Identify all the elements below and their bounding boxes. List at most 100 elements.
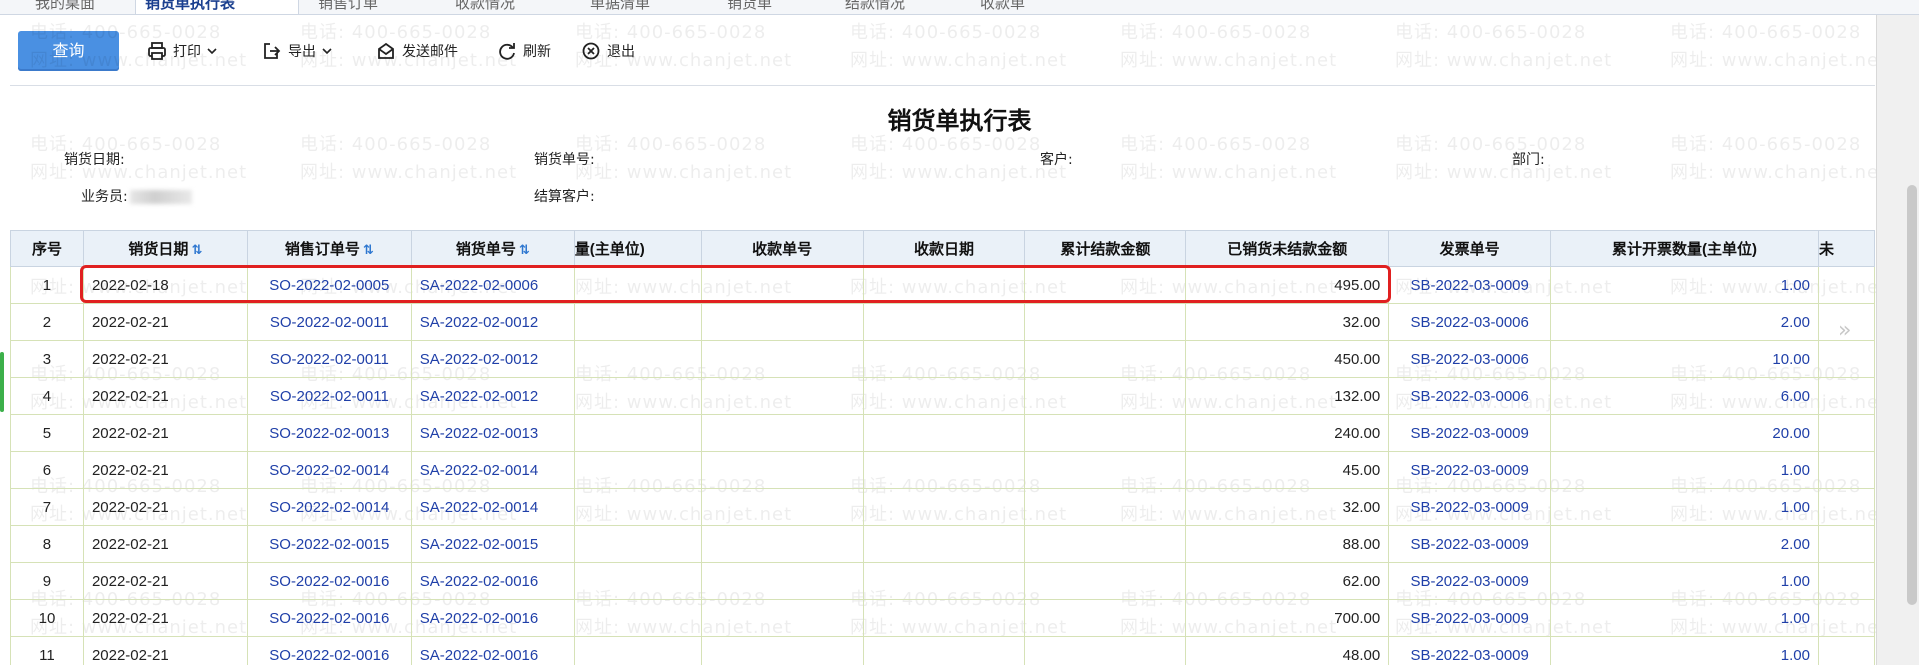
cell-sa-link[interactable]: SA-2022-02-0012	[410, 303, 575, 341]
cell-invoice-link[interactable]: SB-2022-03-0006	[1388, 303, 1552, 341]
cell-invoice-link[interactable]: SB-2022-03-0009	[1388, 414, 1552, 452]
cell-so-link[interactable]: SO-2022-02-0011	[246, 303, 412, 341]
table-row[interactable]: 9 2022-02-21 SO-2022-02-0016 SA-2022-02-001…	[10, 562, 1875, 600]
send-mail-button[interactable]: 发送邮件	[376, 39, 458, 63]
tab-sales-doc[interactable]: 销货单	[727, 0, 772, 13]
watermark-site: 网址: www.chanjet.net	[575, 162, 793, 183]
col-header-invoiced-qty[interactable]: 累计开票数量(主单位)	[1550, 230, 1819, 267]
col-header-unsettled-amount[interactable]: 已销货未结款金额	[1185, 230, 1390, 267]
col-header-receipt-date[interactable]: 收款日期	[862, 230, 1026, 267]
table-row[interactable]: 5 2022-02-21 SO-2022-02-0013 SA-2022-02-001…	[10, 414, 1875, 452]
cell-more	[1817, 562, 1875, 600]
col-header-no[interactable]: 序号	[10, 230, 84, 267]
cell-so-link[interactable]: SO-2022-02-0011	[246, 377, 412, 415]
scrollbar-thumb[interactable]	[1907, 185, 1917, 605]
cell-unsettled-amount: 32.00	[1185, 303, 1390, 341]
table-row[interactable]: 4 2022-02-21 SO-2022-02-0011 SA-2022-02-001…	[10, 377, 1875, 415]
col-header-so-no[interactable]: 销售订单号 ⇅	[246, 230, 412, 267]
table-row[interactable]: 2 2022-02-21 SO-2022-02-0011 SA-2022-02-001…	[10, 303, 1875, 341]
cell-settled-amount	[1024, 599, 1187, 637]
cell-sale-date: 2022-02-21	[82, 599, 248, 637]
cell-so-link[interactable]: SO-2022-02-0011	[246, 340, 412, 378]
cell-invoiced-qty: 1.00	[1550, 451, 1819, 489]
report-title: 销货单执行表	[887, 107, 1032, 135]
table-row[interactable]: 11 2022-02-21 SO-2022-02-0016 SA-2022-02-00…	[10, 636, 1875, 665]
table-row[interactable]: 8 2022-02-21 SO-2022-02-0015 SA-2022-02-001…	[10, 525, 1875, 563]
chevron-right-icon[interactable]: »	[1838, 318, 1851, 343]
cell-invoice-link[interactable]: SB-2022-03-0009	[1388, 451, 1552, 489]
cell-invoice-link[interactable]: SB-2022-03-0009	[1388, 599, 1552, 637]
cell-invoice-link[interactable]: SB-2022-03-0006	[1388, 377, 1552, 415]
tab-desktop[interactable]: 我的桌面	[35, 0, 95, 13]
col-header-sa-no[interactable]: 销货单号 ⇅	[410, 230, 575, 267]
cell-qty-main	[573, 636, 702, 665]
cell-sa-link[interactable]: SA-2022-02-0012	[410, 377, 575, 415]
cell-sa-link[interactable]: SA-2022-02-0013	[410, 414, 575, 452]
col-header-qty-main[interactable]: 量(主单位)	[573, 230, 702, 267]
cell-sa-link[interactable]: SA-2022-02-0015	[410, 525, 575, 563]
col-header-receipt-no[interactable]: 收款单号	[700, 230, 864, 267]
tab-receipt-status[interactable]: 收款情况	[455, 0, 515, 13]
cell-more	[1817, 636, 1875, 665]
cell-so-link[interactable]: SO-2022-02-0016	[246, 599, 412, 637]
cell-sa-link[interactable]: SA-2022-02-0012	[410, 340, 575, 378]
exit-button[interactable]: 退出	[581, 39, 635, 63]
sort-icon[interactable]: ⇅	[191, 242, 202, 257]
cell-no: 6	[10, 451, 84, 489]
watermark-site: 网址: www.chanjet.net	[300, 162, 518, 183]
cell-so-link[interactable]: SO-2022-02-0016	[246, 636, 412, 665]
table-row[interactable]: 3 2022-02-21 SO-2022-02-0011 SA-2022-02-001…	[10, 340, 1875, 378]
cell-so-link[interactable]: SO-2022-02-0014	[246, 488, 412, 526]
tab-receipt[interactable]: 收款单	[980, 0, 1025, 13]
cell-sa-link[interactable]: SA-2022-02-0014	[410, 451, 575, 489]
cell-invoiced-qty: 2.00	[1550, 303, 1819, 341]
cell-sa-link[interactable]: SA-2022-02-0016	[410, 599, 575, 637]
cell-settled-amount	[1024, 303, 1187, 341]
cell-invoice-link[interactable]: SB-2022-03-0009	[1388, 636, 1552, 665]
cell-so-link[interactable]: SO-2022-02-0014	[246, 451, 412, 489]
cell-invoice-link[interactable]: SB-2022-03-0006	[1388, 340, 1552, 378]
col-header-invoice-no[interactable]: 发票单号	[1388, 230, 1552, 267]
tab-sales-order[interactable]: 销售订单	[318, 0, 378, 13]
cell-invoice-link[interactable]: SB-2022-03-0009	[1388, 266, 1552, 304]
cell-so-link[interactable]: SO-2022-02-0016	[246, 562, 412, 600]
cell-invoiced-qty: 2.00	[1550, 525, 1819, 563]
col-header-sale-date[interactable]: 销货日期 ⇅	[82, 230, 248, 267]
cell-invoice-link[interactable]: SB-2022-03-0009	[1388, 562, 1552, 600]
table-row[interactable]: 7 2022-02-21 SO-2022-02-0014 SA-2022-02-001…	[10, 488, 1875, 526]
cell-qty-main	[573, 562, 702, 600]
cell-so-link[interactable]: SO-2022-02-0013	[246, 414, 412, 452]
chevron-down-icon	[207, 47, 217, 55]
export-button[interactable]: 导出	[262, 39, 332, 63]
cell-sa-link[interactable]: SA-2022-02-0016	[410, 636, 575, 665]
cell-invoice-link[interactable]: SB-2022-03-0009	[1388, 488, 1552, 526]
print-button[interactable]: 打印	[147, 39, 217, 63]
cell-sale-date: 2022-02-21	[82, 636, 248, 665]
tab-sales-execution[interactable]: 销货单执行表	[145, 0, 235, 13]
cell-sa-link[interactable]: SA-2022-02-0016	[410, 562, 575, 600]
col-header-settled-amount[interactable]: 累计结款金额	[1024, 230, 1187, 267]
tab-document-list[interactable]: 单据清单	[590, 0, 650, 13]
query-button[interactable]: 查询	[18, 31, 119, 71]
cell-no: 5	[10, 414, 84, 452]
watermark-site: 网址: www.chanjet.net	[850, 162, 1068, 183]
cell-sa-link[interactable]: SA-2022-02-0014	[410, 488, 575, 526]
table-row[interactable]: 10 2022-02-21 SO-2022-02-0016 SA-2022-02-00…	[10, 599, 1875, 637]
table-row[interactable]: 6 2022-02-21 SO-2022-02-0014 SA-2022-02-001…	[10, 451, 1875, 489]
tab-settlement[interactable]: 结款情况	[845, 0, 905, 13]
cell-more	[1817, 451, 1875, 489]
sort-icon[interactable]: ⇅	[519, 242, 530, 257]
cell-receipt-no	[700, 451, 864, 489]
cell-receipt-date	[862, 599, 1026, 637]
col-header-more[interactable]: 未	[1817, 230, 1875, 267]
cell-no: 3	[10, 340, 84, 378]
cell-invoice-link[interactable]: SB-2022-03-0009	[1388, 525, 1552, 563]
cell-no: 8	[10, 525, 84, 563]
cell-sale-date: 2022-02-21	[82, 451, 248, 489]
vertical-scrollbar[interactable]	[1876, 15, 1919, 665]
watermark-site: 网址: www.chanjet.net	[1670, 162, 1888, 183]
refresh-button[interactable]: 刷新	[497, 39, 551, 63]
cell-receipt-no	[700, 488, 864, 526]
cell-so-link[interactable]: SO-2022-02-0015	[246, 525, 412, 563]
sort-icon[interactable]: ⇅	[363, 242, 374, 257]
